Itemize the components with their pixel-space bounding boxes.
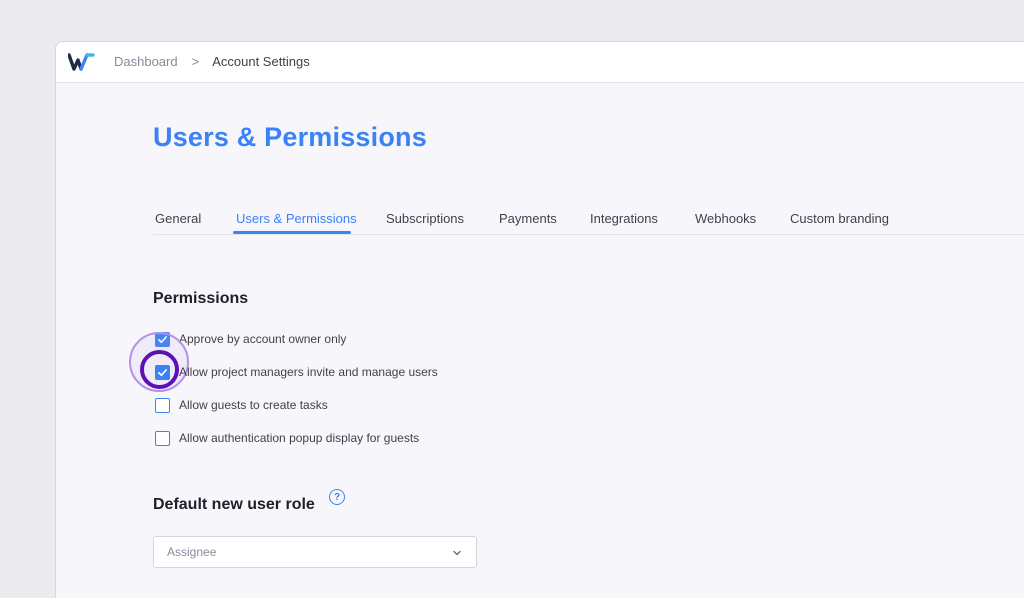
breadcrumb-current: Account Settings: [212, 54, 310, 69]
permission-row: Allow guests to create tasks: [155, 396, 328, 414]
question-mark-icon[interactable]: ?: [329, 489, 345, 505]
tab-custom-branding[interactable]: Custom branding: [790, 211, 889, 226]
active-tab-indicator: [233, 231, 351, 234]
tab-webhooks[interactable]: Webhooks: [695, 211, 756, 226]
tab-users-permissions[interactable]: Users & Permissions: [236, 211, 357, 226]
permissions-heading: Permissions: [153, 290, 249, 307]
permission-label: Allow project managers invite and manage…: [179, 365, 438, 379]
default-role-heading: Default new user role: [153, 496, 315, 513]
permission-label: Approve by account owner only: [179, 332, 347, 346]
permission-checkbox-guest-tasks[interactable]: [155, 397, 170, 413]
settings-tabs: General Users & Permissions Subscription…: [153, 200, 1024, 235]
brand-logo-icon[interactable]: [68, 52, 95, 72]
permission-row: Allow authentication popup display for g…: [155, 429, 419, 447]
top-bar: Dashboard > Account Settings: [56, 42, 1024, 83]
tab-payments[interactable]: Payments: [499, 211, 557, 226]
tab-integrations[interactable]: Integrations: [590, 211, 658, 226]
breadcrumb-separator: >: [191, 54, 200, 69]
permission-label: Allow guests to create tasks: [179, 398, 328, 412]
tab-subscriptions[interactable]: Subscriptions: [386, 211, 464, 226]
permission-checkbox-pm-invite[interactable]: [155, 364, 170, 380]
breadcrumb-dashboard-link[interactable]: Dashboard: [114, 54, 178, 69]
default-role-select[interactable]: Assignee: [153, 536, 477, 568]
tab-general[interactable]: General: [155, 211, 201, 226]
chevron-down-icon: [453, 550, 461, 556]
page-title: Users & Permissions: [153, 122, 427, 152]
default-role-value: Assignee: [167, 545, 217, 559]
permission-label: Allow authentication popup display for g…: [179, 431, 420, 445]
check-icon: [158, 368, 167, 376]
breadcrumb: Dashboard > Account Settings: [114, 54, 310, 69]
app-window: Dashboard > Account Settings Users & Per…: [55, 41, 1024, 598]
permission-row: Allow project managers invite and manage…: [155, 363, 438, 381]
permission-checkbox-auth-popup[interactable]: [155, 430, 170, 446]
